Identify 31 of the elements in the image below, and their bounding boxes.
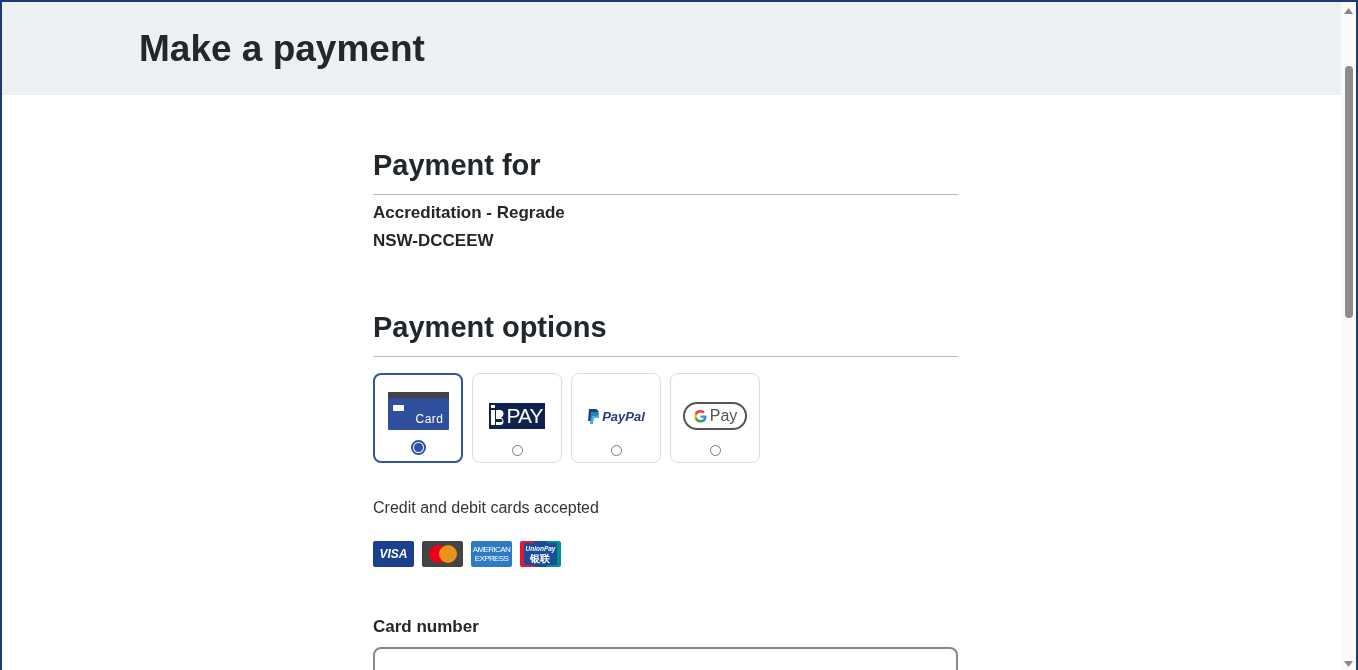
letter-b-icon xyxy=(488,405,507,427)
google-pay-logo-text: Pay xyxy=(709,407,738,425)
payment-option[interactable]: Card xyxy=(373,373,463,463)
bpay-logo-text: PAY xyxy=(506,404,543,428)
amex-logo-text: AMERICAN xyxy=(472,545,511,554)
payment-option[interactable]: Pay xyxy=(670,373,760,463)
scrollbar-thumb[interactable] xyxy=(1345,66,1353,318)
chip-icon xyxy=(392,405,404,411)
card-logo-text: Card xyxy=(415,412,444,426)
page-title: Make a payment xyxy=(139,27,425,70)
visa-logo-text: VISA xyxy=(379,547,408,561)
unionpay-logo-text: 银联 xyxy=(530,554,551,564)
radio-button[interactable] xyxy=(410,440,426,455)
field-label: Card number xyxy=(373,617,480,637)
radio-button[interactable] xyxy=(709,445,721,456)
accepted-cards-text: Credit and debit cards accepted xyxy=(373,499,600,517)
google-g-icon xyxy=(692,408,708,424)
radio-button[interactable] xyxy=(511,445,523,456)
section-heading: Payment options xyxy=(373,311,958,357)
scrollbar[interactable] xyxy=(1341,2,1356,670)
amex-logo-text: EXPRESS xyxy=(474,554,509,563)
payment-detail: NSW-DCCEEW xyxy=(373,230,495,252)
paypal-logo-text: PayPal xyxy=(602,408,645,424)
section-heading: Payment for xyxy=(373,149,958,195)
scroll-up-icon[interactable] xyxy=(1344,8,1353,14)
scroll-down-icon[interactable] xyxy=(1344,661,1353,667)
payment-option[interactable]: PAY xyxy=(472,373,562,463)
radio-button[interactable] xyxy=(610,445,622,456)
payment-option[interactable]: PayPal xyxy=(571,373,661,463)
payment-detail: Accreditation - Regrade xyxy=(373,202,566,224)
paypal-icon xyxy=(587,408,600,424)
